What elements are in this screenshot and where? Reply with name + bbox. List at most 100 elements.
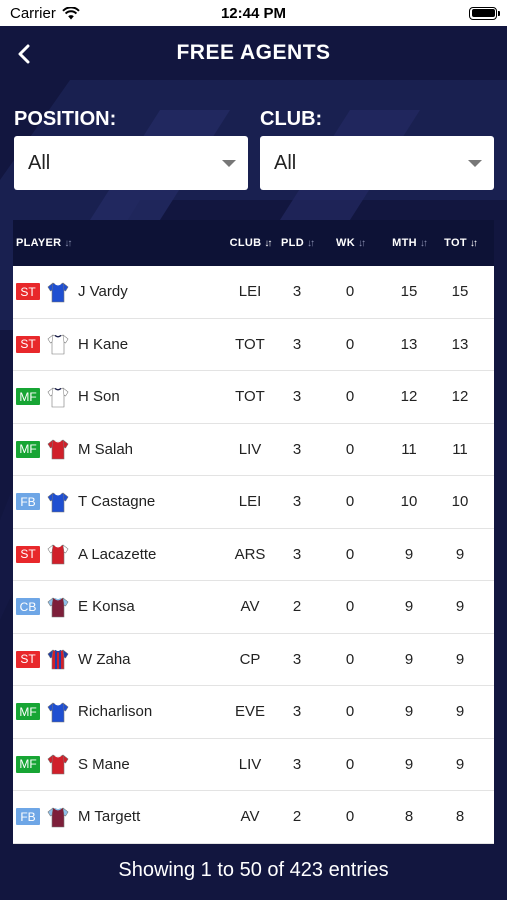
claret-blue-shirt-icon <box>46 805 70 829</box>
tot-cell: 15 <box>451 283 469 301</box>
table-row[interactable]: CB E Konsa AV 2 0 9 9 <box>13 581 494 634</box>
player-cell: MF H Son <box>13 385 223 409</box>
player-cell: MF Richarlison <box>13 700 223 724</box>
wk-cell: 0 <box>345 440 355 458</box>
column-header-wk[interactable]: WK ↓↑ <box>317 237 383 249</box>
position-label: POSITION: <box>14 108 117 130</box>
pld-cell: 2 <box>292 598 302 616</box>
wk-cell: 0 <box>345 335 355 353</box>
sort-icon: ↓↑ <box>357 237 366 249</box>
wk-cell: 0 <box>345 388 355 406</box>
blue-shirt-icon <box>46 280 70 304</box>
position-select[interactable]: All <box>14 136 248 190</box>
tot-cell: 9 <box>455 650 465 668</box>
player-cell: MF S Mane <box>13 752 223 776</box>
club-cell: EVE <box>234 703 265 721</box>
wk-cell: 0 <box>345 808 355 826</box>
entries-summary: Showing 1 to 50 of 423 entries <box>118 858 389 881</box>
club-select-value: All <box>274 151 297 174</box>
pld-cell: 3 <box>292 335 302 353</box>
chevron-left-icon <box>18 44 30 64</box>
mth-cell: 13 <box>400 335 418 353</box>
pld-cell: 3 <box>292 440 302 458</box>
player-name: T Castagne <box>78 493 156 511</box>
position-badge: MF <box>16 388 40 406</box>
position-filter: POSITION: All <box>14 106 248 190</box>
table-row[interactable]: MF S Mane LIV 3 0 9 9 <box>13 739 494 791</box>
table-row[interactable]: FB M Targett AV 2 0 8 8 <box>13 791 494 844</box>
pld-cell: 3 <box>292 388 302 406</box>
mth-cell: 9 <box>404 545 414 563</box>
table-row[interactable]: FB T Castagne LEI 3 0 10 10 <box>13 476 494 529</box>
table-row[interactable]: ST W Zaha CP 3 0 9 9 <box>13 634 494 686</box>
player-cell: MF M Salah <box>13 437 223 461</box>
table-row[interactable]: ST H Kane TOT 3 0 13 13 <box>13 319 494 371</box>
pld-cell: 3 <box>292 703 302 721</box>
player-cell: ST J Vardy <box>13 280 223 304</box>
status-bar: Carrier 12:44 PM <box>0 0 507 26</box>
column-header-club[interactable]: CLUB ↓↑ <box>223 237 277 249</box>
position-badge: ST <box>16 650 40 668</box>
white-shirt-icon <box>46 385 70 409</box>
tot-cell: 8 <box>455 808 465 826</box>
mth-cell: 9 <box>404 598 414 616</box>
tot-cell: 10 <box>451 493 469 511</box>
wk-cell: 0 <box>345 545 355 563</box>
sort-icon: ↓↑ <box>306 237 315 249</box>
position-badge: ST <box>16 335 40 353</box>
table-row[interactable]: ST J Vardy LEI 3 0 15 15 <box>13 266 494 319</box>
mth-cell: 10 <box>400 493 418 511</box>
back-button[interactable] <box>12 40 36 68</box>
table-row[interactable]: MF H Son TOT 3 0 12 12 <box>13 371 494 424</box>
position-badge: FB <box>16 493 40 511</box>
white-shirt-icon <box>46 332 70 356</box>
position-badge: FB <box>16 808 40 826</box>
column-header-mth[interactable]: MTH ↓↑ <box>383 237 435 249</box>
club-cell: LEI <box>238 493 262 511</box>
player-cell: FB M Targett <box>13 805 223 829</box>
table-body: ST J Vardy LEI 3 0 15 15 ST H Kane TOT 3 0 13 13 MF H S… <box>13 266 494 844</box>
blue-shirt-icon <box>46 490 70 514</box>
player-name: H Son <box>78 388 120 406</box>
tot-cell: 9 <box>455 545 465 563</box>
mth-cell: 11 <box>401 440 417 458</box>
mth-cell: 9 <box>404 755 414 773</box>
position-badge: MF <box>16 703 40 721</box>
player-name: A Lacazette <box>78 545 157 563</box>
column-header-player[interactable]: PLAYER ↓↑ <box>13 237 223 249</box>
pld-cell: 3 <box>292 493 302 511</box>
player-name: E Konsa <box>78 598 135 616</box>
club-cell: TOT <box>235 388 265 406</box>
pld-cell: 3 <box>292 283 302 301</box>
mth-cell: 12 <box>400 388 418 406</box>
position-select-value: All <box>28 151 51 174</box>
player-name: M Salah <box>78 440 134 458</box>
player-name: J Vardy <box>78 283 128 301</box>
position-badge: CB <box>16 598 40 616</box>
club-cell: TOT <box>235 335 265 353</box>
table-row[interactable]: MF M Salah LIV 3 0 11 11 <box>13 424 494 476</box>
wk-cell: 0 <box>345 755 355 773</box>
club-select[interactable]: All <box>260 136 494 190</box>
position-badge: MF <box>16 440 40 458</box>
wk-cell: 0 <box>345 493 355 511</box>
table-row[interactable]: MF Richarlison EVE 3 0 9 9 <box>13 686 494 739</box>
column-header-tot[interactable]: TOT ↓↑ <box>435 237 485 249</box>
nav-bar: FREE AGENTS <box>0 26 507 80</box>
pld-cell: 3 <box>292 650 302 668</box>
player-cell: ST H Kane <box>13 332 223 356</box>
table-header: PLAYER ↓↑ CLUB ↓↑ PLD ↓↑ WK ↓↑ MTH ↓↑ TO… <box>13 220 494 266</box>
player-name: H Kane <box>78 335 129 353</box>
free-agents-table: PLAYER ↓↑ CLUB ↓↑ PLD ↓↑ WK ↓↑ MTH ↓↑ TO… <box>13 220 494 850</box>
filters: POSITION: All CLUB: All <box>14 106 494 192</box>
mth-cell: 9 <box>404 650 414 668</box>
table-row[interactable]: ST A Lacazette ARS 3 0 9 9 <box>13 529 494 581</box>
blue-shirt-icon <box>46 700 70 724</box>
sort-icon: ↓↑ <box>64 237 72 249</box>
club-filter: CLUB: All <box>260 106 494 190</box>
player-cell: ST A Lacazette <box>13 542 223 566</box>
mth-cell: 15 <box>400 283 418 301</box>
column-header-pld[interactable]: PLD ↓↑ <box>277 237 317 249</box>
dropdown-caret-icon <box>468 159 482 167</box>
pld-cell: 3 <box>292 755 302 773</box>
